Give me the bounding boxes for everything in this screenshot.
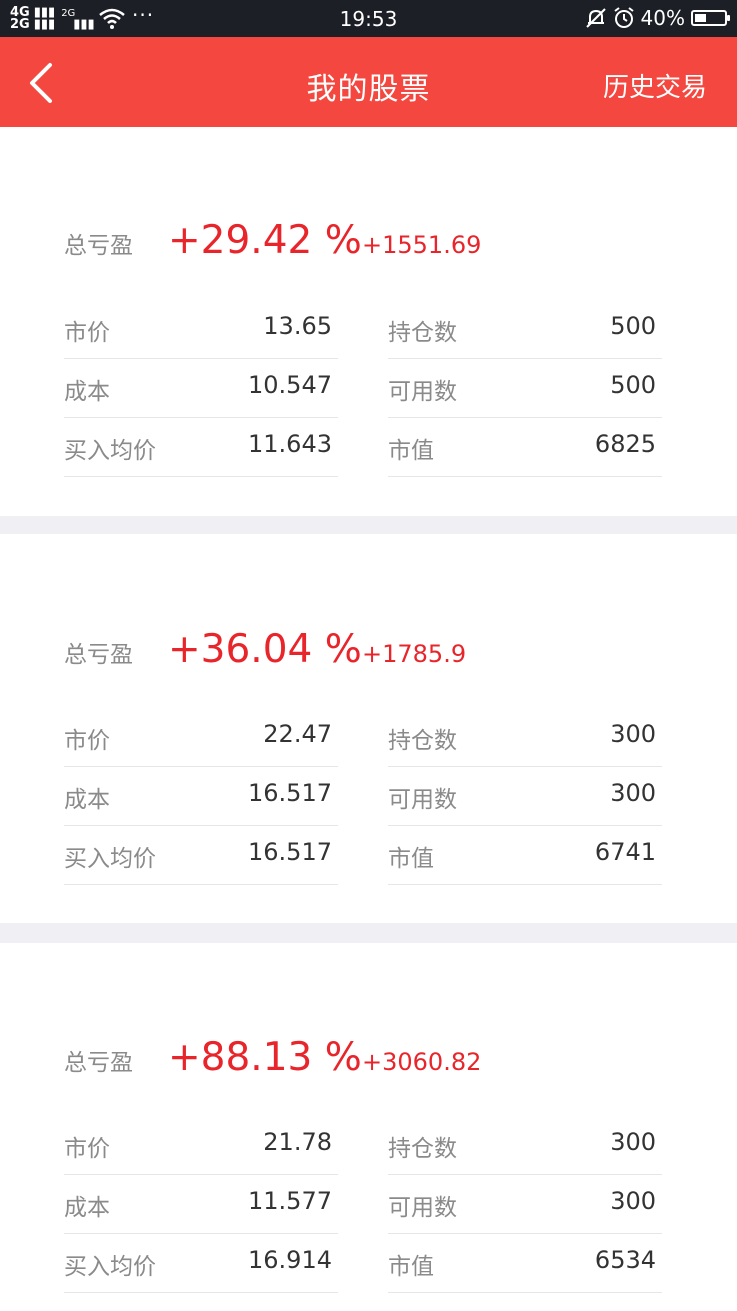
field-position: 持仓数 300 — [388, 709, 662, 767]
field-label: 可用数 — [388, 379, 457, 405]
field-label: 成本 — [64, 787, 110, 813]
section-divider — [0, 516, 737, 534]
stock-card[interactable]: 总亏盈 +88.13 % +3060.82 市价 21.78 持仓数 300 成本 1… — [0, 943, 737, 1311]
field-price: 市价 21.78 — [64, 1117, 338, 1175]
stock-card[interactable]: 总亏盈 +36.04 % +1785.9 市价 22.47 持仓数 300 成本 16… — [0, 534, 737, 923]
field-market-value: 市值 6741 — [388, 827, 662, 885]
field-value: 500 — [610, 371, 656, 399]
field-value: 21.78 — [263, 1128, 332, 1156]
field-value: 500 — [610, 312, 656, 340]
field-position: 持仓数 300 — [388, 1117, 662, 1175]
field-value: 11.577 — [248, 1187, 332, 1215]
pnl-summary: 总亏盈 +36.04 % +1785.9 — [64, 627, 466, 672]
pnl-summary: 总亏盈 +88.13 % +3060.82 — [64, 1035, 481, 1080]
field-available: 可用数 500 — [388, 360, 662, 418]
pnl-label: 总亏盈 — [64, 642, 133, 668]
field-market-value: 市值 6825 — [388, 419, 662, 477]
field-label: 持仓数 — [388, 320, 457, 346]
field-value: 300 — [610, 1187, 656, 1215]
field-label: 市值 — [388, 846, 434, 872]
field-label: 持仓数 — [388, 728, 457, 754]
field-value: 300 — [610, 720, 656, 748]
field-price: 市价 22.47 — [64, 709, 338, 767]
field-label: 可用数 — [388, 1195, 457, 1221]
nav-bar: 我的股票 历史交易 — [0, 37, 737, 127]
field-avg-price: 买入均价 16.914 — [64, 1235, 338, 1293]
field-position: 持仓数 500 — [388, 301, 662, 359]
pnl-amount: +1785.9 — [362, 640, 467, 668]
field-cost: 成本 10.547 — [64, 360, 338, 418]
pnl-percent: +29.42 % — [168, 218, 362, 263]
pnl-percent: +36.04 % — [168, 627, 362, 672]
status-bar: 4G ▮▮▮ 2G 2G ▮▮▮ ▮▮▮ ··· 19:53 40% — [0, 0, 737, 37]
field-market-value: 市值 6534 — [388, 1235, 662, 1293]
field-label: 可用数 — [388, 787, 457, 813]
field-cost: 成本 16.517 — [64, 768, 338, 826]
alarm-icon — [613, 7, 634, 28]
field-value: 16.517 — [248, 838, 332, 866]
section-divider — [0, 923, 737, 943]
pnl-amount: +1551.69 — [362, 231, 482, 259]
field-label: 买入均价 — [64, 1254, 156, 1280]
pnl-percent: +88.13 % — [168, 1035, 362, 1080]
field-cost: 成本 11.577 — [64, 1176, 338, 1234]
pnl-amount: +3060.82 — [362, 1048, 482, 1076]
field-available: 可用数 300 — [388, 1176, 662, 1234]
field-value: 16.517 — [248, 779, 332, 807]
field-value: 11.643 — [248, 430, 332, 458]
field-value: 16.914 — [248, 1246, 332, 1274]
mute-bell-icon — [585, 8, 606, 28]
pnl-label: 总亏盈 — [64, 233, 133, 259]
battery-icon — [691, 10, 730, 26]
field-value: 6741 — [594, 838, 656, 866]
pnl-label: 总亏盈 — [64, 1050, 133, 1076]
status-right: 40% — [585, 6, 730, 30]
field-label: 市值 — [388, 1254, 434, 1280]
field-avg-price: 买入均价 11.643 — [64, 419, 338, 477]
field-value: 300 — [610, 779, 656, 807]
battery-percent: 40% — [640, 6, 685, 30]
field-label: 市价 — [64, 1136, 110, 1162]
field-label: 成本 — [64, 379, 110, 405]
field-label: 买入均价 — [64, 438, 156, 464]
history-trades-button[interactable]: 历史交易 — [603, 67, 707, 104]
pnl-summary: 总亏盈 +29.42 % +1551.69 — [64, 218, 481, 263]
field-label: 市价 — [64, 320, 110, 346]
stock-card[interactable]: 总亏盈 +29.42 % +1551.69 市价 13.65 持仓数 500 成本 1… — [0, 127, 737, 516]
field-label: 买入均价 — [64, 846, 156, 872]
field-value: 22.47 — [263, 720, 332, 748]
field-label: 市价 — [64, 728, 110, 754]
field-avg-price: 买入均价 16.517 — [64, 827, 338, 885]
field-price: 市价 13.65 — [64, 301, 338, 359]
field-value: 13.65 — [263, 312, 332, 340]
field-available: 可用数 300 — [388, 768, 662, 826]
field-value: 10.547 — [248, 371, 332, 399]
field-value: 6534 — [594, 1246, 656, 1274]
field-value: 6825 — [594, 430, 656, 458]
field-label: 成本 — [64, 1195, 110, 1221]
field-label: 持仓数 — [388, 1136, 457, 1162]
field-value: 300 — [610, 1128, 656, 1156]
field-label: 市值 — [388, 438, 434, 464]
